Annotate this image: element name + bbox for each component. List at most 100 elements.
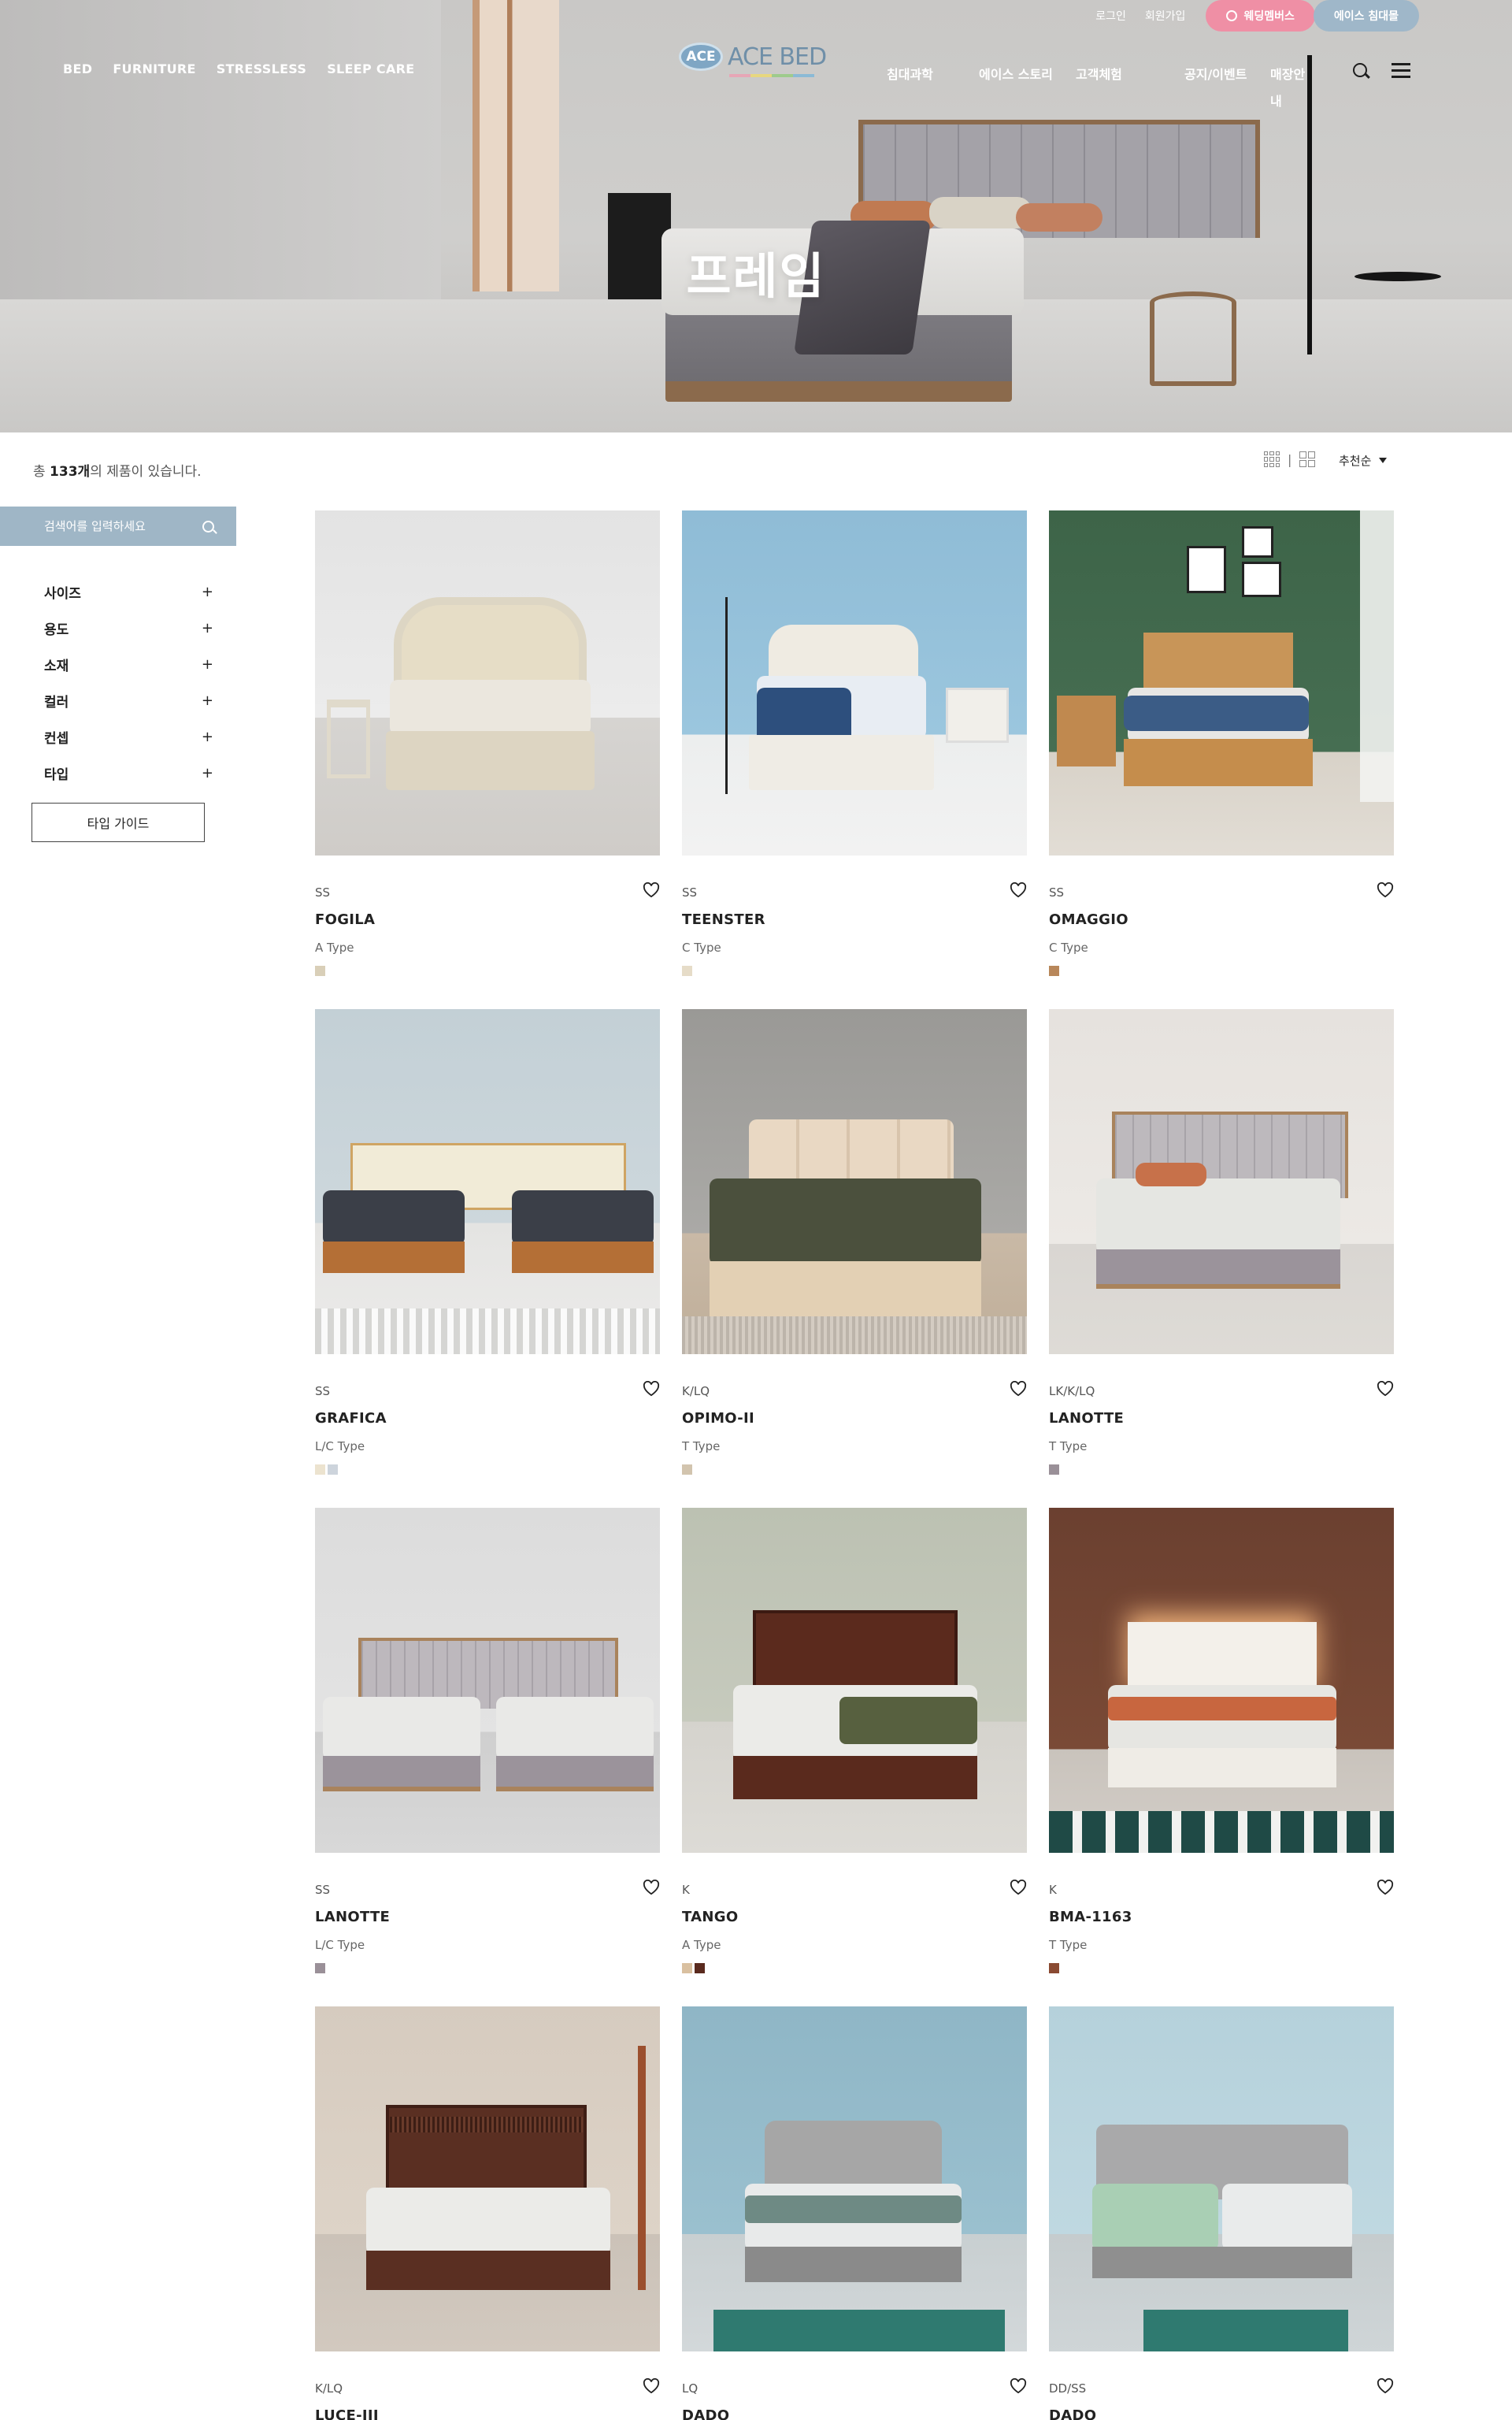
filter-size[interactable]: 사이즈 + [44,573,213,610]
heart-icon[interactable] [1010,1880,1027,1895]
product-size: K/LQ [682,1384,710,1398]
product-image[interactable] [315,510,660,856]
grid-3-icon[interactable] [1264,451,1280,467]
product-size: LK/K/LQ [1049,1384,1095,1398]
product-name[interactable]: LANOTTE [315,1909,390,1925]
plus-icon: + [201,764,213,781]
search-input[interactable] [44,519,202,533]
filter-label: 타입 [44,766,69,783]
color-swatches [315,966,325,976]
filter-color[interactable]: 컬러 + [44,682,213,718]
product-image[interactable] [1049,510,1394,856]
product-name[interactable]: TANGO [682,1909,738,1925]
product-card[interactable]: SS OMAGGIO C Type [1049,510,1394,976]
count-prefix: 총 [33,464,50,480]
product-image[interactable] [315,2006,660,2351]
nav-store-info[interactable]: 매장안내 [1270,61,1316,115]
filter-type[interactable]: 타입 + [44,755,213,791]
product-image[interactable] [1049,2006,1394,2351]
product-image[interactable] [682,1009,1027,1354]
product-name[interactable]: OPIMO-II [682,1410,754,1427]
heart-icon[interactable] [1010,882,1027,898]
color-swatch [1049,966,1059,976]
filter-label: 사이즈 [44,585,81,602]
color-swatch [315,1464,325,1475]
color-swatches [315,1963,325,1973]
product-size: LQ [682,2381,699,2396]
product-image[interactable] [682,1508,1027,1853]
product-size: K [1049,1883,1057,1897]
product-image[interactable] [682,510,1027,856]
heart-icon[interactable] [643,1880,660,1895]
filter-material[interactable]: 소재 + [44,646,213,682]
nav-customer-experience[interactable]: 고객체험 [1076,61,1184,115]
main-nav: 침대과학 에이스 스토리 고객체험 공지/이벤트 매장안내 [887,61,1316,115]
nav-sleep-care[interactable]: SLEEP CARE [327,61,414,76]
product-card[interactable]: SS TEENSTER C Type [682,510,1027,976]
product-name[interactable]: DADO [682,2407,729,2420]
product-name[interactable]: TEENSTER [682,911,765,928]
heart-icon[interactable] [643,2378,660,2394]
product-name[interactable]: BMA-1163 [1049,1909,1132,1925]
product-card[interactable]: LQ DADO [682,2006,1027,2420]
product-card[interactable]: DD/SS DADO [1049,2006,1394,2420]
filter-usage[interactable]: 용도 + [44,610,213,646]
type-guide-button[interactable]: 타입 가이드 [32,803,205,842]
nav-notice-event[interactable]: 공지/이벤트 [1184,61,1270,115]
heart-icon[interactable] [1377,1381,1394,1397]
hamburger-menu-icon[interactable] [1392,63,1410,78]
product-card[interactable]: K/LQ OPIMO-II T Type [682,1009,1027,1475]
ace-bed-logo[interactable]: ACE ACE BED [679,43,827,77]
login-link[interactable]: 로그인 [1095,8,1126,24]
product-image[interactable] [1049,1009,1394,1354]
ace-mall-label: 에이스 침대몰 [1333,10,1399,23]
color-swatches [682,1464,692,1475]
grid-2-icon[interactable] [1299,451,1316,467]
search-icon[interactable] [1353,63,1367,77]
product-size: K [682,1883,690,1897]
product-name[interactable]: FOGILA [315,911,375,928]
product-card[interactable]: K BMA-1163 T Type [1049,1508,1394,1973]
signup-link[interactable]: 회원가입 [1145,8,1186,24]
product-card[interactable]: SS FOGILA A Type [315,510,660,976]
heart-icon[interactable] [643,1381,660,1397]
product-image[interactable] [1049,1508,1394,1853]
product-name[interactable]: LUCE-III [315,2407,379,2420]
product-card[interactable]: K TANGO A Type [682,1508,1027,1973]
product-name[interactable]: OMAGGIO [1049,911,1128,928]
hero-banner: 프레임 로그인 회원가입 웨딩멤버스 에이스 침대몰 BED FURNITURE… [0,0,1512,432]
product-type: A Type [315,941,354,955]
nav-furniture[interactable]: FURNITURE [113,61,195,76]
nav-ace-story[interactable]: 에이스 스토리 [979,61,1076,115]
heart-icon[interactable] [643,882,660,898]
chevron-down-icon [1379,458,1388,463]
heart-icon[interactable] [1010,2378,1027,2394]
heart-icon[interactable] [1377,882,1394,898]
product-name[interactable]: DADO [1049,2407,1096,2420]
heart-icon[interactable] [1010,1381,1027,1397]
product-card[interactable]: SS LANOTTE L/C Type [315,1508,660,1973]
nav-bed[interactable]: BED [63,61,92,76]
heart-icon[interactable] [1377,2378,1394,2394]
heart-icon[interactable] [1377,1880,1394,1895]
product-card[interactable]: K/LQ LUCE-III [315,2006,660,2420]
product-name[interactable]: GRAFICA [315,1410,387,1427]
color-swatches [1049,966,1059,976]
product-type: L/C Type [315,1439,365,1453]
product-name[interactable]: LANOTTE [1049,1410,1124,1427]
filter-concept[interactable]: 컨셉 + [44,718,213,755]
sort-select[interactable]: 추천순 [1339,452,1388,469]
ace-mall-button[interactable]: 에이스 침대몰 [1313,0,1419,32]
product-type: T Type [1049,1439,1088,1453]
product-image[interactable] [315,1508,660,1853]
nav-stressless[interactable]: STRESSLESS [217,61,306,76]
nav-bed-science[interactable]: 침대과학 [887,61,979,115]
product-card[interactable]: SS GRAFICA L/C Type [315,1009,660,1475]
product-type: T Type [682,1439,721,1453]
product-image[interactable] [315,1009,660,1354]
product-type: T Type [1049,1938,1088,1952]
wedding-members-button[interactable]: 웨딩멤버스 [1206,0,1315,32]
product-image[interactable] [682,2006,1027,2351]
product-card[interactable]: LK/K/LQ LANOTTE T Type [1049,1009,1394,1475]
search-icon[interactable] [202,520,214,533]
